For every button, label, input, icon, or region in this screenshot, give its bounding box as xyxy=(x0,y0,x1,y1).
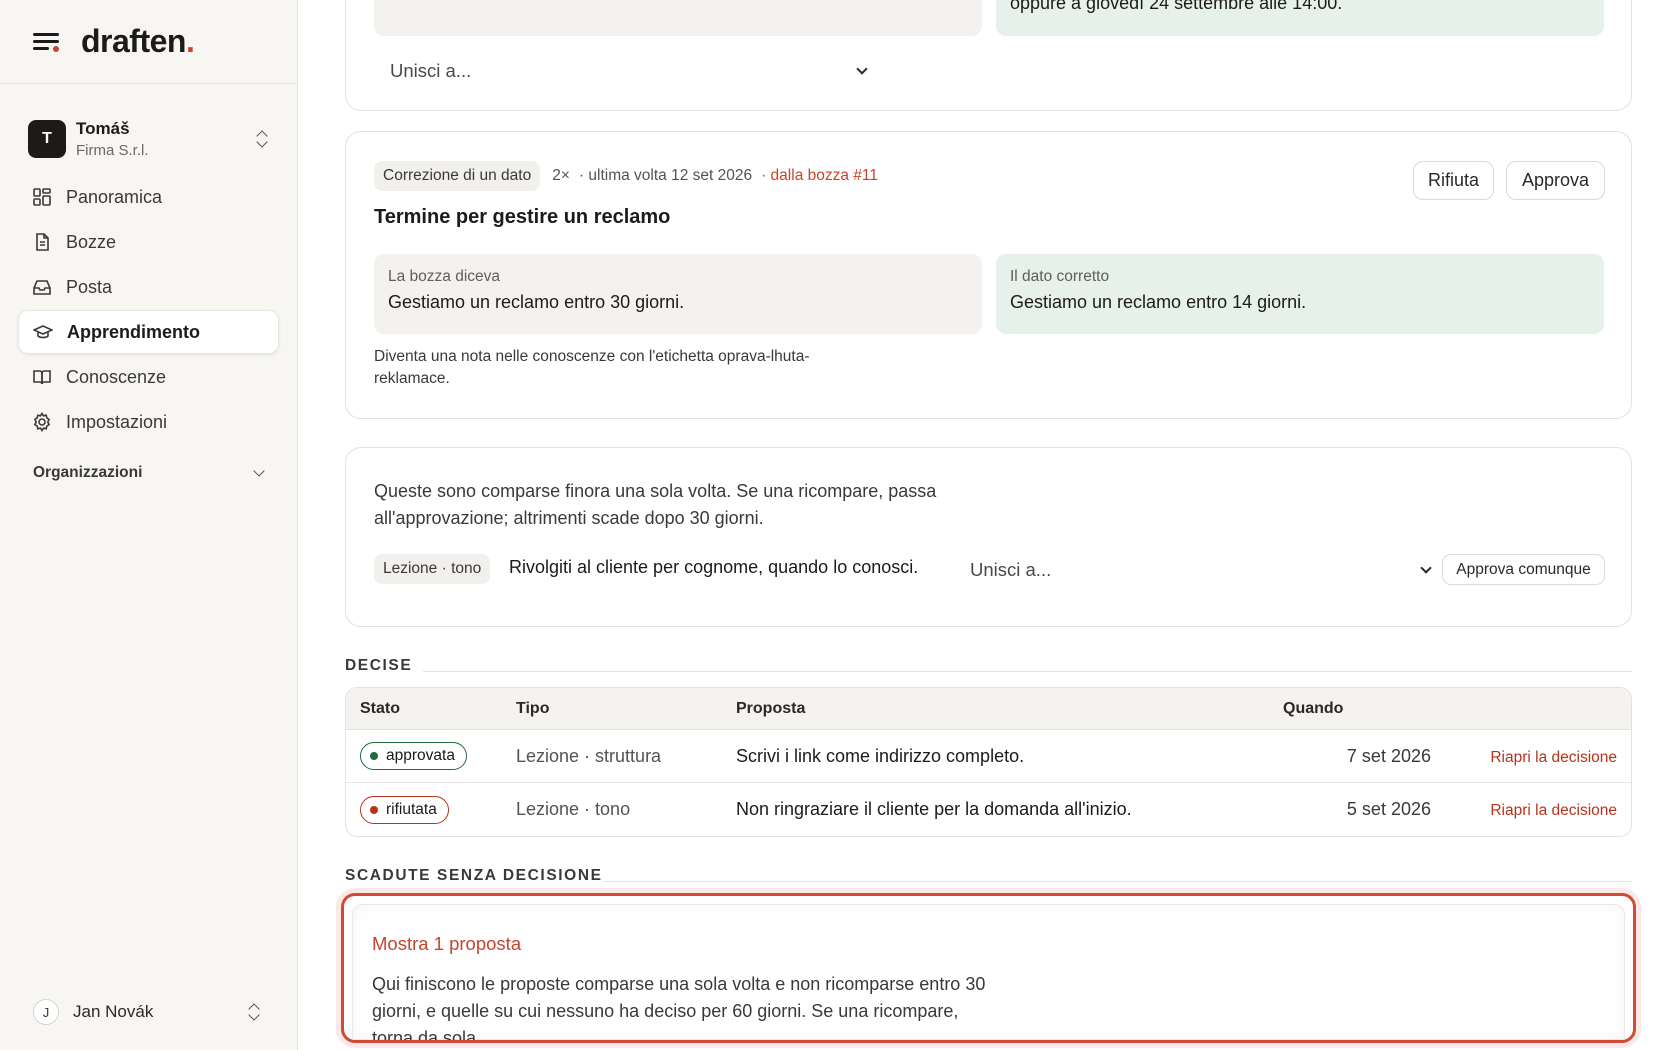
row-date: 7 set 2026 xyxy=(1283,730,1431,783)
chevron-up-down-icon xyxy=(255,129,269,149)
reject-button[interactable]: Rifiuta xyxy=(1413,161,1494,200)
status-badge-rejected: rifiutata xyxy=(360,795,449,824)
approve-anyway-button[interactable]: Approva comunque xyxy=(1442,554,1605,585)
sidebar-item-conoscenze[interactable]: Conoscenze xyxy=(18,355,279,399)
new-value-box: Il dato corretto Gestiamo un reclamo ent… xyxy=(996,254,1604,334)
approve-button[interactable]: Approva xyxy=(1506,161,1605,200)
sidebar-item-label: Posta xyxy=(66,276,113,297)
sidebar-item-posta[interactable]: Posta xyxy=(18,265,279,309)
expired-section-label: SCADUTE SENZA DECISIONE xyxy=(345,867,603,884)
proposal-text: Rivolgiti al cliente per cognome, quando… xyxy=(509,557,919,577)
section-divider xyxy=(603,881,1632,882)
organizations-toggle[interactable]: Organizzazioni xyxy=(0,464,297,482)
old-value-box: La bozza diceva Gestiamo un reclamo entr… xyxy=(374,254,982,334)
column-header-action xyxy=(1431,688,1631,730)
table-row: rifiutata Lezione · tono Non ringraziare… xyxy=(346,783,1631,836)
status-badge-approved: approvata xyxy=(360,742,467,770)
decided-section-label: DECISE xyxy=(345,657,413,674)
reopen-decision-link[interactable]: Riapri la decisione xyxy=(1490,749,1617,766)
chevron-up-down-icon xyxy=(247,1002,261,1022)
grid-icon xyxy=(32,187,52,207)
column-header-proposta: Proposta xyxy=(736,688,1283,730)
single-occurrence-info: Queste sono comparse finora una sola vol… xyxy=(374,481,937,528)
sidebar-item-impostazioni[interactable]: Impostazioni xyxy=(18,400,279,444)
account-avatar: T xyxy=(28,120,66,158)
user-menu[interactable]: J Jan Novák xyxy=(33,996,261,1028)
menu-icon[interactable] xyxy=(33,32,59,52)
merge-select-value: Unisci a... xyxy=(390,60,472,81)
row-type: Lezione · struttura xyxy=(516,730,736,783)
graduation-cap-icon xyxy=(33,322,53,342)
source-draft-link[interactable]: · dalla bozza #11 xyxy=(761,167,878,185)
expired-proposals-card: Mostra 1 proposta Qui finiscono le propo… xyxy=(341,893,1636,1043)
show-proposals-link[interactable]: Mostra 1 proposta xyxy=(372,933,521,955)
proposal-title: Termine per gestire un reclamo xyxy=(374,206,671,228)
proposal-card-previous: oppure a giovedì 24 settembre alle 14:00… xyxy=(345,0,1632,111)
proposal-type-tag: Lezione · tono xyxy=(374,554,491,584)
proposal-type-tag: Correzione di un dato xyxy=(374,161,541,191)
sidebar-nav: Panoramica Bozze Posta Apprendimento Con… xyxy=(0,175,297,444)
column-header-stato: Stato xyxy=(346,688,516,730)
gear-icon xyxy=(32,412,52,432)
reopen-decision-link[interactable]: Riapri la decisione xyxy=(1490,802,1617,819)
row-proposal: Non ringraziare il cliente per la domand… xyxy=(736,799,1132,819)
account-org: Firma S.r.l. xyxy=(76,142,149,159)
merge-select[interactable]: Unisci a... xyxy=(970,556,1432,584)
book-icon xyxy=(32,367,52,387)
occurrence-count: 2× xyxy=(552,167,570,184)
sidebar-item-apprendimento[interactable]: Apprendimento xyxy=(18,310,279,354)
new-value-box: oppure a giovedì 24 settembre alle 14:00… xyxy=(996,0,1604,36)
single-occurrence-card: Queste sono comparse finora una sola vol… xyxy=(345,447,1632,627)
chevron-down-icon xyxy=(856,62,868,75)
old-value-box xyxy=(374,0,982,36)
sidebar-item-label: Conoscenze xyxy=(66,366,167,387)
section-divider xyxy=(423,671,1632,672)
table-header-row: Stato Tipo Proposta Quando xyxy=(346,688,1631,730)
column-header-tipo: Tipo xyxy=(516,688,736,730)
inbox-icon xyxy=(32,277,52,297)
logo: draften. xyxy=(81,23,195,59)
sidebar-item-label: Bozze xyxy=(66,231,117,252)
status-dot xyxy=(370,752,378,760)
proposal-meta: Correzione di un dato 2× · ultima volta … xyxy=(374,161,878,191)
user-name: Jan Novák xyxy=(73,1002,154,1021)
user-avatar: J xyxy=(33,999,59,1025)
table-row: approvata Lezione · struttura Scrivi i l… xyxy=(346,730,1631,783)
row-type: Lezione · tono xyxy=(516,799,631,819)
column-header-quando: Quando xyxy=(1283,688,1431,730)
status-dot xyxy=(370,805,378,814)
decided-table: Stato Tipo Proposta Quando approvata Lez… xyxy=(345,687,1632,837)
sidebar: draften. T Tomáš Firma S.r.l. Panoramica… xyxy=(0,0,298,1050)
old-value-text: Gestiamo un reclamo entro 30 giorni. xyxy=(388,292,685,312)
brand-header: draften. xyxy=(0,0,297,84)
account-switcher[interactable]: T Tomáš Firma S.r.l. xyxy=(0,117,297,161)
new-value-text: oppure a giovedì 24 settembre alle 14:00… xyxy=(1010,0,1343,13)
sidebar-item-bozze[interactable]: Bozze xyxy=(18,220,279,264)
new-value-text: Gestiamo un reclamo entro 14 giorni. xyxy=(1010,292,1307,312)
sidebar-item-label: Apprendimento xyxy=(67,321,200,342)
last-seen: · ultima volta 12 set 2026 xyxy=(578,167,753,184)
new-value-label: Il dato corretto xyxy=(1010,268,1110,285)
row-proposal: Scrivi i link come indirizzo completo. xyxy=(736,730,1283,783)
merge-select-value: Unisci a... xyxy=(970,559,1052,580)
knowledge-note: Diventa una nota nelle conoscenze con l'… xyxy=(374,348,810,387)
merge-select[interactable]: Unisci a... xyxy=(390,55,868,87)
sidebar-item-label: Panoramica xyxy=(66,186,163,207)
sidebar-item-label: Impostazioni xyxy=(66,411,168,432)
account-name: Tomáš xyxy=(76,119,130,138)
row-date: 5 set 2026 xyxy=(1346,799,1431,819)
document-icon xyxy=(32,232,52,252)
chevron-down-icon xyxy=(1420,561,1432,574)
expired-description: Qui finiscono le proposte comparse una s… xyxy=(372,974,986,1043)
old-value-label: La bozza diceva xyxy=(388,268,501,285)
organizations-label: Organizzazioni xyxy=(33,464,143,481)
chevron-down-icon xyxy=(253,465,265,477)
sidebar-item-panoramica[interactable]: Panoramica xyxy=(18,175,279,219)
proposal-card-correction: Correzione di un dato 2× · ultima volta … xyxy=(345,131,1632,419)
